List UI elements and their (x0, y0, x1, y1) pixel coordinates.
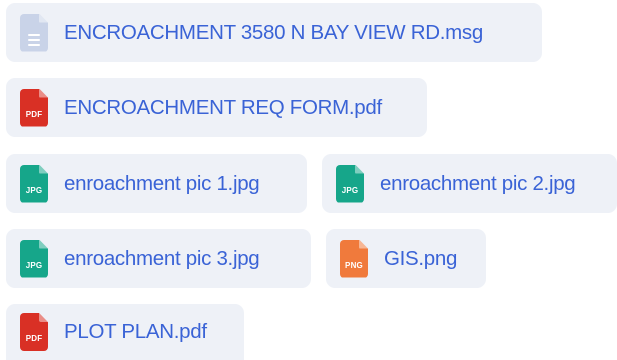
jpg-file-icon: JPG (20, 164, 48, 203)
attachment-name: enroachment pic 1.jpg (64, 171, 260, 195)
icon-fold (39, 164, 48, 174)
attachment-pdf-form[interactable]: PDF ENCROACHMENT REQ FORM.pdf (6, 78, 427, 137)
attachment-name: ENCROACHMENT 3580 N BAY VIEW RD.msg (64, 20, 483, 44)
attachment-name: enroachment pic 3.jpg (64, 246, 260, 270)
file-type-tag: JPG (25, 185, 43, 195)
icon-line (28, 38, 40, 41)
attachment-name: GIS.png (384, 246, 458, 270)
attachment-jpg-2[interactable]: JPG enroachment pic 2.jpg (322, 154, 617, 213)
file-type-tag: JPG (341, 185, 359, 195)
icon-fold (39, 239, 48, 249)
attachment-jpg-3[interactable]: JPG enroachment pic 3.jpg (6, 229, 311, 288)
attachment-png-gis[interactable]: PNG GIS.png (326, 229, 486, 288)
document-icon (20, 13, 48, 52)
png-file-icon: PNG (340, 239, 368, 278)
icon-lines (28, 33, 40, 49)
icon-fold (39, 313, 48, 322)
icon-fold (39, 13, 48, 23)
file-type-tag: PDF (25, 109, 43, 119)
file-type-tag: PDF (25, 334, 43, 343)
attachment-name: ENCROACHMENT REQ FORM.pdf (64, 95, 382, 119)
attachment-msg[interactable]: ENCROACHMENT 3580 N BAY VIEW RD.msg (6, 3, 542, 62)
icon-line (28, 43, 40, 46)
attachment-pdf-plot[interactable]: PDF PLOT PLAN.pdf (6, 304, 244, 360)
file-type-tag: JPG (25, 260, 43, 270)
icon-fold (39, 88, 48, 98)
attachment-name: PLOT PLAN.pdf (64, 320, 207, 343)
icon-fold (355, 164, 364, 174)
icon-fold (359, 239, 368, 249)
jpg-file-icon: JPG (20, 239, 48, 278)
file-type-tag: PNG (345, 260, 363, 270)
pdf-file-icon: PDF (20, 313, 48, 351)
icon-line (28, 33, 40, 36)
attachment-name: enroachment pic 2.jpg (380, 171, 576, 195)
attachment-jpg-1[interactable]: JPG enroachment pic 1.jpg (6, 154, 307, 213)
jpg-file-icon: JPG (336, 164, 364, 203)
pdf-file-icon: PDF (20, 88, 48, 127)
